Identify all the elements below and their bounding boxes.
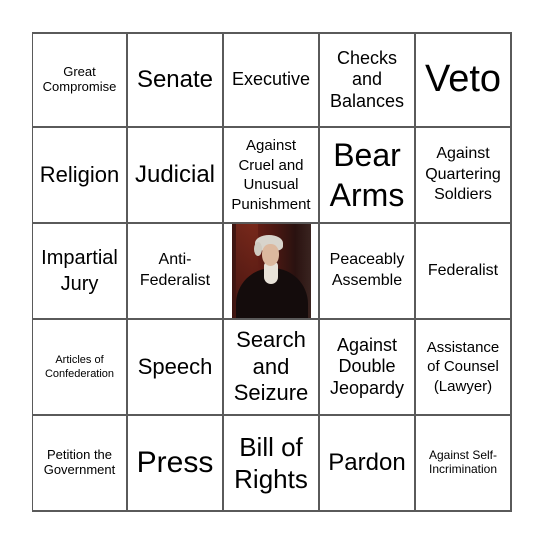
portrait-image bbox=[231, 224, 311, 318]
bingo-cell[interactable]: Anti-Federalist bbox=[128, 224, 224, 320]
cell-label: Great Compromise bbox=[42, 64, 117, 94]
bingo-cell[interactable]: Against Cruel and Unusual Punishment bbox=[224, 128, 320, 224]
bingo-cell[interactable]: Speech bbox=[128, 320, 224, 416]
free-space-cell[interactable] bbox=[224, 224, 320, 320]
cell-label: Against Cruel and Unusual Punishment bbox=[231, 137, 311, 213]
portrait-hair-side bbox=[253, 242, 262, 256]
bingo-cell[interactable]: Search and Seizure bbox=[224, 320, 320, 416]
bingo-cell[interactable]: Press bbox=[128, 416, 224, 512]
bingo-cell[interactable]: Impartial Jury bbox=[32, 224, 128, 320]
bingo-cell[interactable]: Bear Arms bbox=[320, 128, 416, 224]
bingo-cell[interactable]: Veto bbox=[416, 32, 512, 128]
bingo-cell[interactable]: Petition the Government bbox=[32, 416, 128, 512]
cell-label: Assistance of Counsel (Lawyer) bbox=[426, 338, 500, 395]
bingo-cell[interactable]: Pardon bbox=[320, 416, 416, 512]
bingo-cell[interactable]: Against Double Jeopardy bbox=[320, 320, 416, 416]
cell-label: Senate bbox=[136, 66, 214, 94]
bingo-cell[interactable]: Judicial bbox=[128, 128, 224, 224]
cell-label: Impartial Jury bbox=[41, 247, 118, 295]
cell-label: Peaceably Assemble bbox=[329, 251, 405, 289]
bingo-cell[interactable]: Federalist bbox=[416, 224, 512, 320]
cell-label: Search and Seizure bbox=[233, 327, 309, 406]
cell-label: Veto bbox=[424, 58, 502, 101]
cell-label: Federalist bbox=[427, 261, 499, 279]
cell-label: Executive bbox=[231, 69, 311, 90]
bingo-cell[interactable]: Senate bbox=[128, 32, 224, 128]
cell-label: Articles of Confederation bbox=[44, 353, 115, 380]
cell-label: Anti-Federalist bbox=[139, 251, 211, 289]
portrait-face bbox=[261, 244, 279, 266]
bingo-cell[interactable]: Against Self-Incrimination bbox=[416, 416, 512, 512]
cell-label: Checks and Balances bbox=[329, 47, 405, 111]
bingo-cell[interactable]: Religion bbox=[32, 128, 128, 224]
cell-label: Against Self-Incrimination bbox=[428, 448, 498, 476]
bingo-cell[interactable]: Articles of Confederation bbox=[32, 320, 128, 416]
bingo-cell[interactable]: Great Compromise bbox=[32, 32, 128, 128]
bingo-cell[interactable]: Executive bbox=[224, 32, 320, 128]
bingo-board: Great Compromise Senate Executive Checks… bbox=[32, 32, 513, 513]
bingo-cell[interactable]: Checks and Balances bbox=[320, 32, 416, 128]
bingo-cell[interactable]: Bill of Rights bbox=[224, 416, 320, 512]
cell-label: Bill of Rights bbox=[234, 431, 308, 495]
bingo-cell[interactable]: Assistance of Counsel (Lawyer) bbox=[416, 320, 512, 416]
bingo-cell[interactable]: Peaceably Assemble bbox=[320, 224, 416, 320]
cell-label: Pardon bbox=[328, 449, 406, 477]
cell-label: Bear Arms bbox=[329, 137, 405, 213]
cell-label: Religion bbox=[39, 161, 120, 187]
cell-label: Speech bbox=[137, 353, 213, 379]
cell-label: Petition the Government bbox=[43, 447, 116, 477]
cell-label: Against Quartering Soldiers bbox=[425, 144, 501, 204]
cell-label: Press bbox=[136, 445, 214, 479]
bingo-cell[interactable]: Against Quartering Soldiers bbox=[416, 128, 512, 224]
cell-label: Against Double Jeopardy bbox=[329, 334, 405, 398]
cell-label: Judicial bbox=[134, 161, 216, 189]
